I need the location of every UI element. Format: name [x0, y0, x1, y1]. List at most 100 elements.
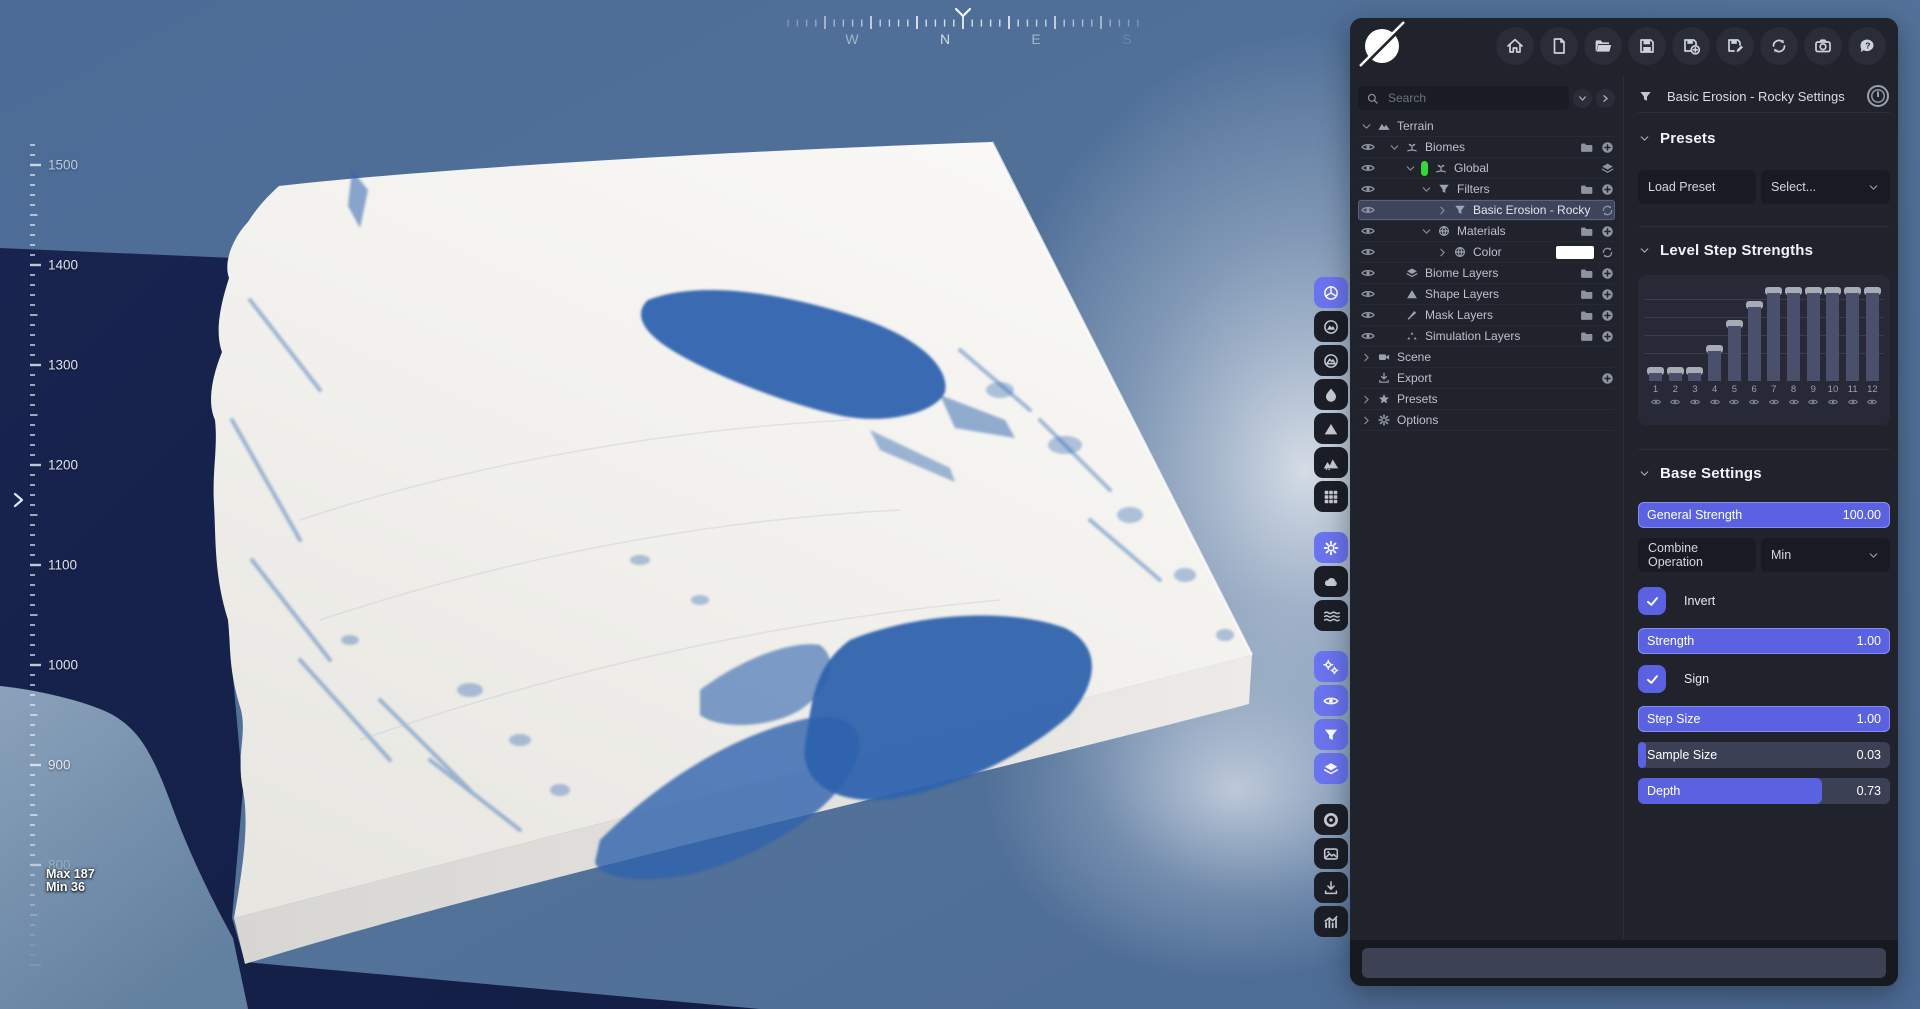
eye-button[interactable]	[1314, 685, 1348, 716]
enable-toggle-button[interactable]	[1866, 84, 1890, 108]
level-eye-icon[interactable]	[1666, 396, 1685, 408]
plus-icon[interactable]	[1600, 308, 1615, 323]
help-button[interactable]: ?	[1848, 27, 1886, 65]
plus-icon[interactable]	[1600, 140, 1615, 155]
waves-button[interactable]	[1314, 600, 1348, 631]
level-eye-icon[interactable]	[1764, 396, 1783, 408]
view-orbit-button[interactable]	[1314, 277, 1348, 308]
general-strength-slider[interactable]: General Strength 100.00	[1638, 502, 1890, 528]
level-eye-icon[interactable]	[1725, 396, 1744, 408]
level-eye-icon[interactable]	[1745, 396, 1764, 408]
visibility-eye-icon[interactable]	[1360, 160, 1376, 176]
visibility-eye-icon[interactable]	[1360, 328, 1376, 344]
tree-row-options[interactable]: Options	[1358, 410, 1615, 431]
chevron-down-icon[interactable]	[1420, 225, 1433, 238]
camera-button[interactable]	[1804, 27, 1842, 65]
dropdown[interactable]: Min	[1761, 538, 1890, 572]
chevron-right-icon[interactable]	[1436, 246, 1449, 259]
sample-size-slider[interactable]: Sample Size 0.03	[1638, 742, 1890, 768]
tree-row-materials[interactable]: Materials	[1358, 221, 1615, 242]
level-eye-icon[interactable]	[1646, 396, 1665, 408]
chevron-down-icon[interactable]	[1404, 162, 1417, 175]
level-bar-5[interactable]	[1725, 320, 1744, 381]
folder-icon[interactable]	[1579, 140, 1594, 155]
tree-row-global[interactable]: Global	[1358, 158, 1615, 179]
tree-row-color[interactable]: Color	[1358, 242, 1615, 263]
tree-row-mask-layers[interactable]: Mask Layers	[1358, 305, 1615, 326]
visibility-eye-icon[interactable]	[1360, 265, 1376, 281]
plus-icon[interactable]	[1600, 224, 1615, 239]
visibility-eye-icon[interactable]	[1360, 286, 1376, 302]
gears-button[interactable]	[1314, 651, 1348, 682]
chevron-right-icon[interactable]	[1360, 393, 1373, 406]
tree-row-terrain[interactable]: Terrain	[1358, 116, 1615, 137]
level-bar-12[interactable]	[1863, 287, 1882, 381]
plus-icon[interactable]	[1600, 287, 1615, 302]
visibility-eye-icon[interactable]	[1360, 307, 1376, 323]
home-button[interactable]	[1496, 27, 1534, 65]
plus-icon[interactable]	[1600, 182, 1615, 197]
droplet-button[interactable]	[1314, 379, 1348, 410]
visibility-eye-icon[interactable]	[1360, 181, 1376, 197]
level-bar-9[interactable]	[1804, 287, 1823, 381]
visibility-eye-icon[interactable]	[1360, 202, 1376, 218]
chevron-right-icon[interactable]	[1360, 351, 1373, 364]
save-plus-button[interactable]	[1672, 27, 1710, 65]
image-button[interactable]	[1314, 838, 1348, 869]
folder-icon[interactable]	[1579, 329, 1594, 344]
folder-icon[interactable]	[1579, 287, 1594, 302]
folder-icon[interactable]	[1579, 224, 1594, 239]
load-preset-dropdown[interactable]: Select...	[1761, 170, 1890, 204]
record-button[interactable]	[1314, 804, 1348, 835]
chevron-down-icon[interactable]	[1420, 183, 1433, 196]
level-bar-11[interactable]	[1843, 287, 1862, 381]
layers-button[interactable]	[1314, 753, 1348, 784]
plus-icon[interactable]	[1600, 371, 1615, 386]
visibility-eye-icon[interactable]	[1360, 223, 1376, 239]
sync-button[interactable]	[1760, 27, 1798, 65]
step-size-slider[interactable]: Step Size 1.00	[1638, 706, 1890, 732]
level-eye-icon[interactable]	[1843, 396, 1862, 408]
tree-row-simulation-layers[interactable]: Simulation Layers	[1358, 326, 1615, 347]
level-eye-icon[interactable]	[1705, 396, 1724, 408]
collapse-all-button[interactable]	[1573, 88, 1592, 108]
level-bar-1[interactable]	[1646, 367, 1665, 381]
tree-row-basic-erosion-rocky[interactable]: Basic Erosion - Rocky	[1358, 200, 1615, 221]
tree-row-filters[interactable]: Filters	[1358, 179, 1615, 200]
level-eye-icon[interactable]	[1784, 396, 1803, 408]
expand-all-button[interactable]	[1596, 88, 1615, 108]
level-eye-icon[interactable]	[1804, 396, 1823, 408]
globe-mountain-outline-button[interactable]	[1314, 345, 1348, 376]
cloud-button[interactable]	[1314, 566, 1348, 597]
open-folder-button[interactable]	[1584, 27, 1622, 65]
search-input[interactable]	[1386, 90, 1561, 106]
chevron-down-icon[interactable]	[1388, 141, 1401, 154]
depth-slider[interactable]: Depth 0.73	[1638, 778, 1890, 804]
folder-icon[interactable]	[1579, 308, 1594, 323]
strength-slider[interactable]: Strength 1.00	[1638, 628, 1890, 654]
sync-icon[interactable]	[1600, 203, 1615, 218]
funnel-button[interactable]	[1314, 719, 1348, 750]
level-bar-8[interactable]	[1784, 287, 1803, 381]
sync-icon[interactable]	[1600, 245, 1615, 260]
save-button[interactable]	[1628, 27, 1666, 65]
folder-icon[interactable]	[1579, 266, 1594, 281]
rocks-button[interactable]	[1314, 447, 1348, 478]
level-bar-6[interactable]	[1745, 301, 1764, 381]
chevron-down-icon[interactable]	[1360, 120, 1373, 133]
presets-section-header[interactable]: Presets	[1638, 130, 1890, 147]
tree-row-biome-layers[interactable]: Biome Layers	[1358, 263, 1615, 284]
base-section-header[interactable]: Base Settings	[1638, 465, 1890, 482]
search-box[interactable]	[1358, 86, 1569, 110]
level-eye-icon[interactable]	[1685, 396, 1704, 408]
level-bar-3[interactable]	[1685, 367, 1704, 381]
globe-mountain-solid-button[interactable]	[1314, 311, 1348, 342]
level-eye-icon[interactable]	[1863, 396, 1882, 408]
folder-icon[interactable]	[1579, 182, 1594, 197]
visibility-eye-icon[interactable]	[1360, 139, 1376, 155]
tree-row-scene[interactable]: Scene	[1358, 347, 1615, 368]
left-panel-expander[interactable]	[8, 488, 28, 512]
download-button[interactable]	[1314, 872, 1348, 903]
level-bar-7[interactable]	[1764, 287, 1783, 381]
mountain-button[interactable]	[1314, 413, 1348, 444]
